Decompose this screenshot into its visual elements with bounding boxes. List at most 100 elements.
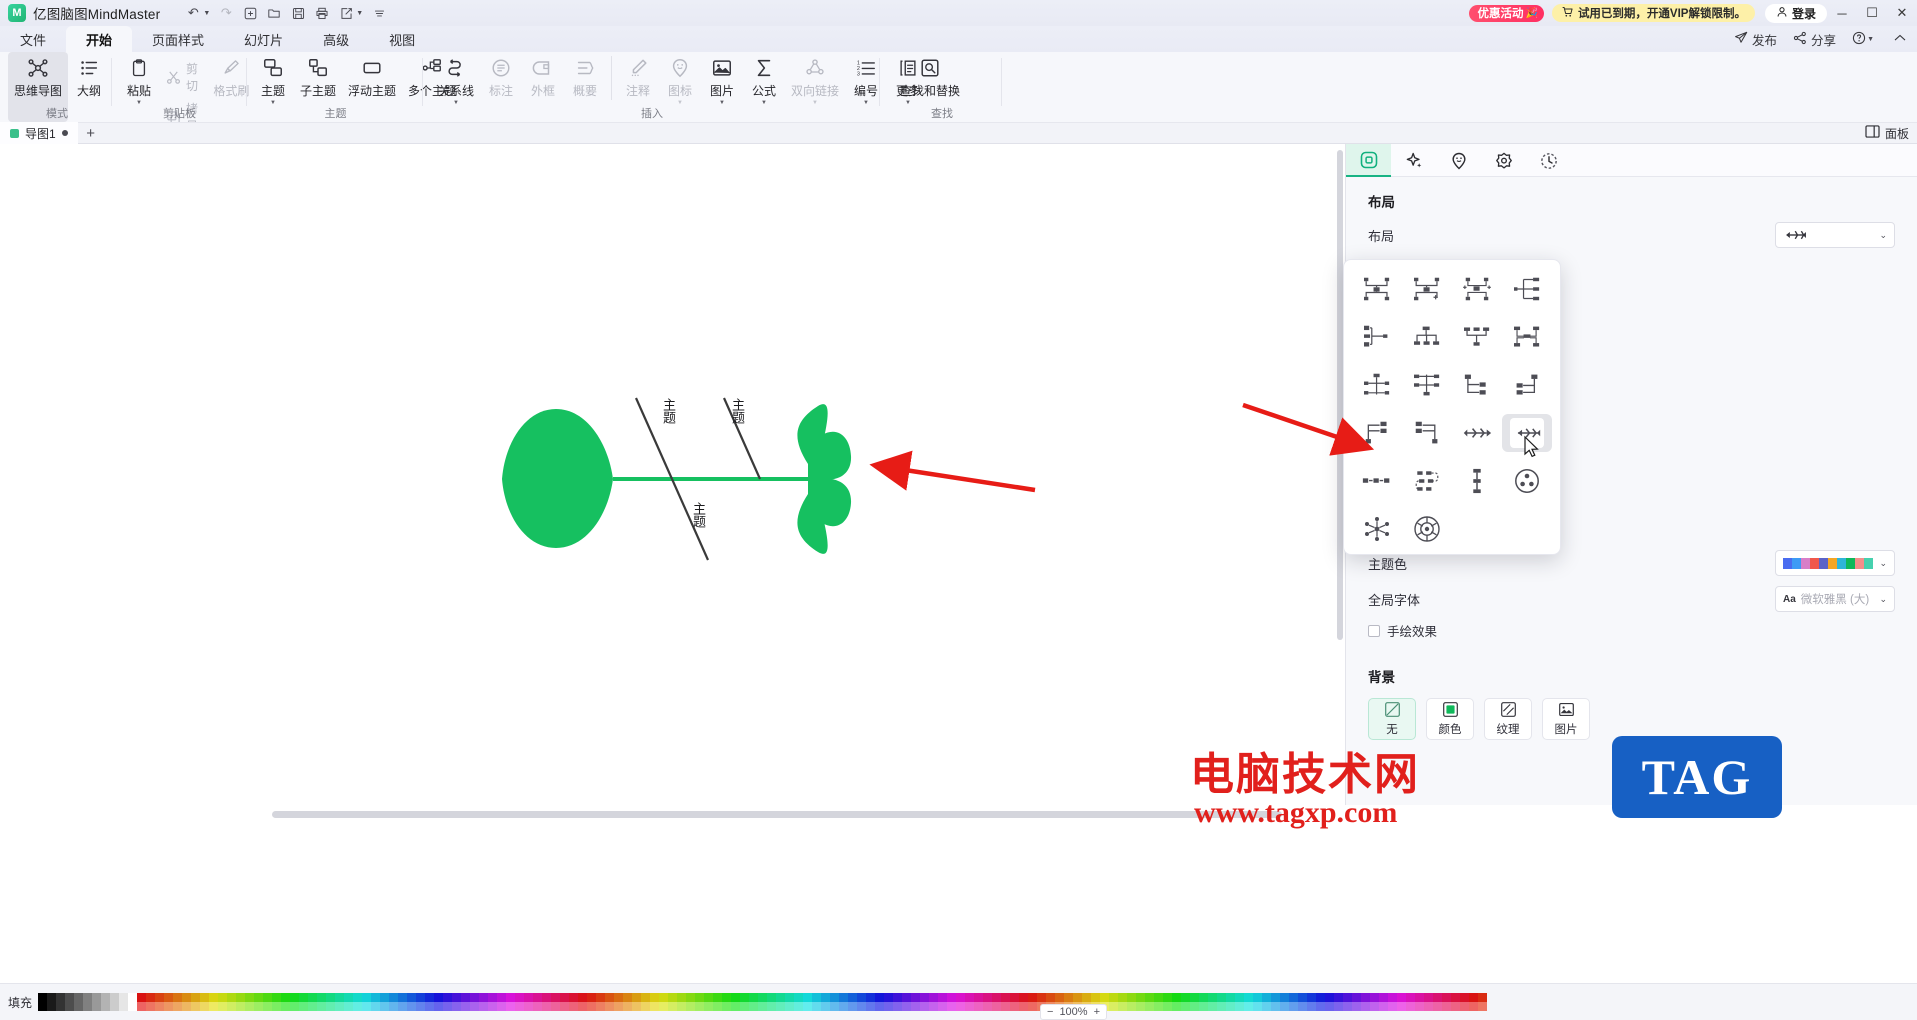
layout-option-bracket-right[interactable] xyxy=(1352,414,1402,452)
palette-swatch[interactable] xyxy=(344,993,354,1002)
palette-column[interactable] xyxy=(146,993,156,1011)
palette-swatch[interactable] xyxy=(560,993,570,1002)
layout-chevron-down-icon[interactable]: ⌄ xyxy=(1879,230,1887,241)
palette-column[interactable] xyxy=(956,993,966,1011)
canvas-horizontal-scrollbar[interactable] xyxy=(272,811,1282,818)
palette-swatch[interactable] xyxy=(164,993,174,1002)
palette-swatch[interactable] xyxy=(938,993,948,1002)
palette-swatch[interactable] xyxy=(587,1002,597,1011)
layout-option-map-both-add[interactable] xyxy=(1452,270,1502,308)
palette-swatch[interactable] xyxy=(1181,993,1191,1002)
layout-option-map-right-add[interactable] xyxy=(1402,270,1452,308)
palette-column[interactable] xyxy=(137,993,147,1011)
palette-swatch[interactable] xyxy=(146,1002,156,1011)
palette-swatch[interactable] xyxy=(146,993,156,1002)
palette-column[interactable] xyxy=(1406,993,1416,1011)
palette-column[interactable] xyxy=(1415,993,1425,1011)
tab-home[interactable]: 开始 xyxy=(66,26,133,52)
palette-swatch[interactable] xyxy=(686,1002,696,1011)
palette-swatch[interactable] xyxy=(1442,1002,1452,1011)
palette-swatch[interactable] xyxy=(947,993,957,1002)
layout-option-timeline[interactable] xyxy=(1352,462,1402,500)
palette-swatch[interactable] xyxy=(803,993,813,1002)
palette-swatch[interactable] xyxy=(677,993,687,1002)
palette-swatch[interactable] xyxy=(182,1002,192,1011)
palette-swatch[interactable] xyxy=(1235,1002,1245,1011)
palette-swatch[interactable] xyxy=(1379,1002,1389,1011)
palette-swatch[interactable] xyxy=(1415,993,1425,1002)
palette-swatch[interactable] xyxy=(380,1002,390,1011)
palette-column[interactable] xyxy=(875,993,885,1011)
palette-swatch[interactable] xyxy=(281,1002,291,1011)
palette-swatch[interactable] xyxy=(236,993,246,1002)
palette-swatch[interactable] xyxy=(299,1002,309,1011)
palette-column[interactable] xyxy=(614,993,624,1011)
palette-column[interactable] xyxy=(1316,993,1326,1011)
undo-chevron-down-icon[interactable]: ▼ xyxy=(203,10,210,17)
palette-column[interactable] xyxy=(1451,993,1461,1011)
palette-swatch[interactable] xyxy=(731,993,741,1002)
palette-swatch[interactable] xyxy=(281,993,291,1002)
palette-swatch[interactable] xyxy=(515,993,525,1002)
palette-swatch[interactable] xyxy=(497,993,507,1002)
palette-swatch[interactable] xyxy=(1073,993,1083,1002)
palette-swatch[interactable] xyxy=(641,1002,651,1011)
palette-column[interactable] xyxy=(164,993,174,1011)
palette-swatch[interactable] xyxy=(56,1002,66,1011)
palette-column[interactable] xyxy=(1460,993,1470,1011)
palette-column[interactable] xyxy=(1433,993,1443,1011)
palette-column[interactable] xyxy=(362,993,372,1011)
palette-swatch[interactable] xyxy=(974,993,984,1002)
palette-swatch[interactable] xyxy=(911,993,921,1002)
palette-swatch[interactable] xyxy=(191,1002,201,1011)
palette-swatch[interactable] xyxy=(38,1002,48,1011)
palette-swatch[interactable] xyxy=(461,1002,471,1011)
layout-option-tree-balanced[interactable] xyxy=(1352,366,1402,404)
palette-swatch[interactable] xyxy=(209,1002,219,1011)
share-button[interactable]: 分享 xyxy=(1793,30,1836,49)
palette-swatch[interactable] xyxy=(272,993,282,1002)
palette-swatch[interactable] xyxy=(1334,1002,1344,1011)
export-chevron-down-icon[interactable]: ▼ xyxy=(356,10,363,17)
palette-column[interactable] xyxy=(1253,993,1263,1011)
palette-column[interactable] xyxy=(263,993,273,1011)
palette-column[interactable] xyxy=(272,993,282,1011)
palette-swatch[interactable] xyxy=(839,1002,849,1011)
palette-swatch[interactable] xyxy=(434,1002,444,1011)
palette-swatch[interactable] xyxy=(875,993,885,1002)
palette-swatch[interactable] xyxy=(443,1002,453,1011)
palette-swatch[interactable] xyxy=(1001,993,1011,1002)
palette-swatch[interactable] xyxy=(1055,993,1065,1002)
palette-swatch[interactable] xyxy=(776,1002,786,1011)
palette-swatch[interactable] xyxy=(101,993,111,1002)
palette-column[interactable] xyxy=(533,993,543,1011)
hand-drawn-checkbox-row[interactable]: 手绘效果 xyxy=(1346,617,1917,644)
palette-column[interactable] xyxy=(659,993,669,1011)
palette-swatch[interactable] xyxy=(110,1002,120,1011)
palette-swatch[interactable] xyxy=(857,1002,867,1011)
palette-swatch[interactable] xyxy=(155,1002,165,1011)
palette-column[interactable] xyxy=(965,993,975,1011)
palette-swatch[interactable] xyxy=(1208,1002,1218,1011)
palette-swatch[interactable] xyxy=(758,993,768,1002)
palette-swatch[interactable] xyxy=(569,1002,579,1011)
palette-swatch[interactable] xyxy=(191,993,201,1002)
palette-column[interactable] xyxy=(722,993,732,1011)
palette-swatch[interactable] xyxy=(677,1002,687,1011)
branch-label-3[interactable]: 主题 xyxy=(689,502,708,528)
global-font-chevron-down-icon[interactable]: ⌄ xyxy=(1879,594,1887,605)
layout-option-logic-left[interactable] xyxy=(1502,366,1552,404)
palette-column[interactable] xyxy=(389,993,399,1011)
palette-swatch[interactable] xyxy=(1226,1002,1236,1011)
palette-swatch[interactable] xyxy=(380,993,390,1002)
palette-swatch[interactable] xyxy=(722,993,732,1002)
palette-swatch[interactable] xyxy=(911,1002,921,1011)
palette-column[interactable] xyxy=(884,993,894,1011)
palette-swatch[interactable] xyxy=(1019,1002,1029,1011)
palette-swatch[interactable] xyxy=(947,1002,957,1011)
palette-swatch[interactable] xyxy=(119,1002,129,1011)
palette-swatch[interactable] xyxy=(533,993,543,1002)
palette-swatch[interactable] xyxy=(1127,993,1137,1002)
palette-swatch[interactable] xyxy=(1172,1002,1182,1011)
palette-swatch[interactable] xyxy=(83,993,93,1002)
